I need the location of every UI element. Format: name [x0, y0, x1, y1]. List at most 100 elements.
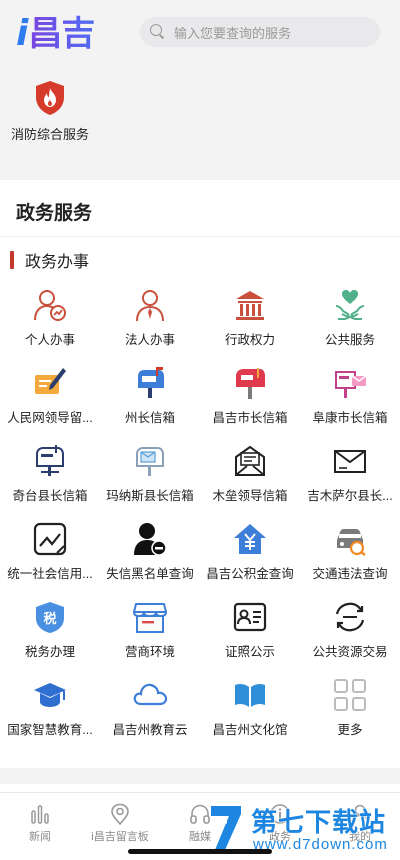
nav-item-news[interactable]: 新闻: [0, 793, 80, 860]
shop-icon: [133, 603, 167, 633]
service-item[interactable]: 统一社会信用...: [0, 522, 100, 600]
government-building-icon: [236, 291, 264, 320]
fire-service-item[interactable]: 消防综合服务: [8, 80, 92, 143]
fire-shield-icon: [36, 81, 64, 115]
graduation-cap-icon: [34, 683, 66, 707]
service-label: 国家智慧教育...: [7, 723, 93, 737]
fire-service-label: 消防综合服务: [10, 127, 89, 142]
service-item[interactable]: 昌吉市长信箱: [200, 366, 300, 444]
service-label: 吉木萨尔县长...: [307, 489, 393, 503]
service-label: 公共服务: [324, 333, 375, 347]
service-item[interactable]: 昌吉州教育云: [100, 678, 200, 756]
section-title: 政务服务: [16, 203, 93, 224]
service-item[interactable]: 法人办事: [100, 288, 200, 366]
pen-message-icon: [35, 368, 66, 394]
service-item[interactable]: 木垒领导信箱: [200, 444, 300, 522]
envelope-icon: [334, 450, 366, 473]
service-item[interactable]: 失信黑名单查询: [100, 522, 200, 600]
service-label: 法人办事: [124, 333, 175, 347]
service-item[interactable]: 州长信箱: [100, 366, 200, 444]
service-item[interactable]: 行政权力: [200, 288, 300, 366]
app-logo: i 昌吉: [16, 8, 95, 55]
subsection-title: 政务办事: [25, 254, 90, 271]
service-item[interactable]: 吉木萨尔县长...: [300, 444, 400, 522]
service-item[interactable]: 玛纳斯县长信箱: [100, 444, 200, 522]
service-label: 更多: [337, 723, 363, 737]
watermark-url: www.d7down.com: [253, 836, 388, 853]
red-mailbox-icon: [236, 368, 265, 399]
service-label: 税务办理: [24, 645, 75, 659]
subsection-accent-bar: [10, 251, 14, 269]
service-label: 行政权力: [224, 333, 275, 347]
house-yen-icon: [234, 524, 266, 554]
location-pin-icon: [111, 803, 129, 825]
news-chart-icon: [31, 805, 49, 824]
nav-label: i昌吉留言板: [91, 831, 149, 843]
search-placeholder: 输入您要查询的服务: [174, 25, 292, 41]
service-label: 证照公示: [224, 645, 275, 659]
service-label: 营商环境: [124, 645, 175, 659]
service-label: 失信黑名单查询: [106, 567, 194, 581]
service-label: 个人办事: [24, 333, 75, 347]
featured-area: 消防综合服务: [0, 62, 400, 177]
top-header: i 昌吉 输入您要查询的服务: [0, 0, 400, 62]
heart-hands-icon: [335, 290, 365, 320]
service-label: 木垒领导信箱: [212, 489, 288, 503]
service-item[interactable]: 阜康市长信箱: [300, 366, 400, 444]
nav-label: 新闻: [29, 831, 51, 843]
service-label: 昌吉州文化馆: [212, 723, 288, 737]
logo-i: i: [16, 13, 29, 54]
watermark-title: 第七下载站: [251, 807, 387, 837]
service-label: 阜康市长信箱: [312, 411, 388, 425]
service-item[interactable]: 奇台县长信箱: [0, 444, 100, 522]
service-item[interactable]: 昌吉公积金查询: [200, 522, 300, 600]
envelope-open-icon: [235, 445, 265, 476]
mailbox-icon: [138, 367, 164, 398]
service-item[interactable]: 证照公示: [200, 600, 300, 678]
service-label: 奇台县长信箱: [12, 489, 88, 503]
person-tie-icon: [136, 290, 164, 322]
service-item[interactable]: 营商环境: [100, 600, 200, 678]
cloud-icon: [133, 683, 167, 706]
service-label: 玛纳斯县长信箱: [106, 489, 194, 503]
service-item[interactable]: 人民网领导留...: [0, 366, 100, 444]
service-item[interactable]: 更多: [300, 678, 400, 756]
tax-shield-icon: 税: [36, 602, 64, 633]
logo-text: 昌吉: [28, 14, 95, 54]
person-chart-icon: [34, 290, 66, 321]
service-label: 昌吉州教育云: [112, 723, 188, 737]
service-grid: 个人办事 法人办事 行政权力 公共服务 人民网领导留... 州长信箱 昌吉市长信…: [0, 288, 400, 756]
service-label: 公共资源交易: [312, 645, 388, 659]
service-item[interactable]: 税 税务办理: [0, 600, 100, 678]
svg-text:税: 税: [43, 611, 56, 627]
service-item[interactable]: 昌吉州文化馆: [200, 678, 300, 756]
search-icon: [150, 24, 166, 40]
service-label: 人民网领导留...: [7, 411, 93, 425]
service-label: 州长信箱: [124, 411, 175, 425]
blacklist-user-icon: [134, 523, 167, 556]
service-item[interactable]: 公共服务: [300, 288, 400, 366]
mailbox-open-icon: [136, 447, 164, 476]
service-item[interactable]: 交通违法查询: [300, 522, 400, 600]
section-divider: [0, 236, 400, 237]
gov-service-card: 政务服务 政务办事 个人办事 法人办事 行政权力 公共服务 人民网领导留... …: [0, 180, 400, 768]
section-gap: [0, 776, 400, 792]
service-label: 昌吉市长信箱: [212, 411, 288, 425]
subsection-header: 政务办事: [10, 250, 90, 271]
watermark-logo-icon: [211, 806, 241, 850]
service-item[interactable]: 个人办事: [0, 288, 100, 366]
service-item[interactable]: 国家智慧教育...: [0, 678, 100, 756]
book-icon: [235, 683, 265, 707]
service-item[interactable]: 公共资源交易: [300, 600, 400, 678]
mailbox-letter-icon: [36, 445, 64, 476]
car-search-icon: [337, 529, 366, 556]
home-indicator: [128, 849, 272, 854]
service-label: 交通违法查询: [312, 567, 388, 581]
credit-card-icon: [33, 522, 67, 556]
grid-more-icon: [334, 679, 366, 711]
service-label: 昌吉公积金查询: [206, 567, 294, 581]
search-bar[interactable]: 输入您要查询的服务: [140, 17, 380, 47]
exchange-icon: [335, 602, 365, 632]
service-label: 统一社会信用...: [7, 567, 93, 581]
id-card-icon: [233, 602, 267, 632]
